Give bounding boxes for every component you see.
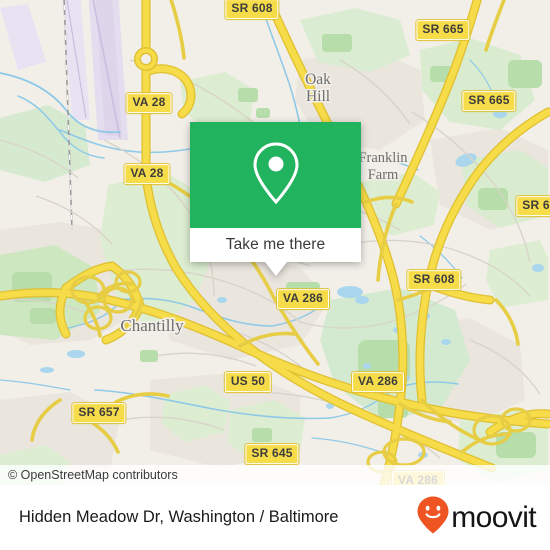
road-shield: VA 28 (123, 163, 171, 185)
popup-card-tail (264, 262, 287, 276)
road-shield: SR 645 (244, 443, 300, 465)
destination-popup-card[interactable]: Take me there (190, 122, 361, 276)
road-shield: VA 286 (351, 371, 405, 393)
road-shield: SR 665 (461, 90, 517, 112)
road-shield: SR 665 (415, 19, 471, 41)
page-title: Hidden Meadow Dr, Washington / Baltimore (19, 508, 339, 526)
location-pin-smiley-icon (416, 495, 450, 540)
take-me-there-button[interactable]: Take me there (190, 228, 361, 262)
road-shield: SR 608 (224, 0, 280, 20)
road-shield: VA 286 (276, 288, 330, 310)
road-shield: SR 608 (406, 269, 462, 291)
road-shield: VA 28 (125, 92, 173, 114)
moovit-map-screenshot: Oak Hill Franklin Farm Chantilly SR 608 S… (0, 0, 550, 550)
map-attribution-bar: © OpenStreetMap contributors (0, 465, 550, 485)
map-pin-icon (250, 140, 302, 211)
road-shield: SR 6 (515, 195, 550, 217)
road-shield: SR 657 (71, 402, 127, 424)
moovit-logo: moovit (416, 495, 537, 540)
footer-bar: Hidden Meadow Dr, Washington / Baltimore… (0, 485, 550, 550)
brand-name: moovit (451, 500, 536, 534)
popup-card-header (190, 122, 361, 228)
road-shield: US 50 (223, 371, 273, 393)
take-me-there-label: Take me there (225, 236, 326, 253)
attribution-text: © OpenStreetMap contributors (8, 468, 178, 482)
